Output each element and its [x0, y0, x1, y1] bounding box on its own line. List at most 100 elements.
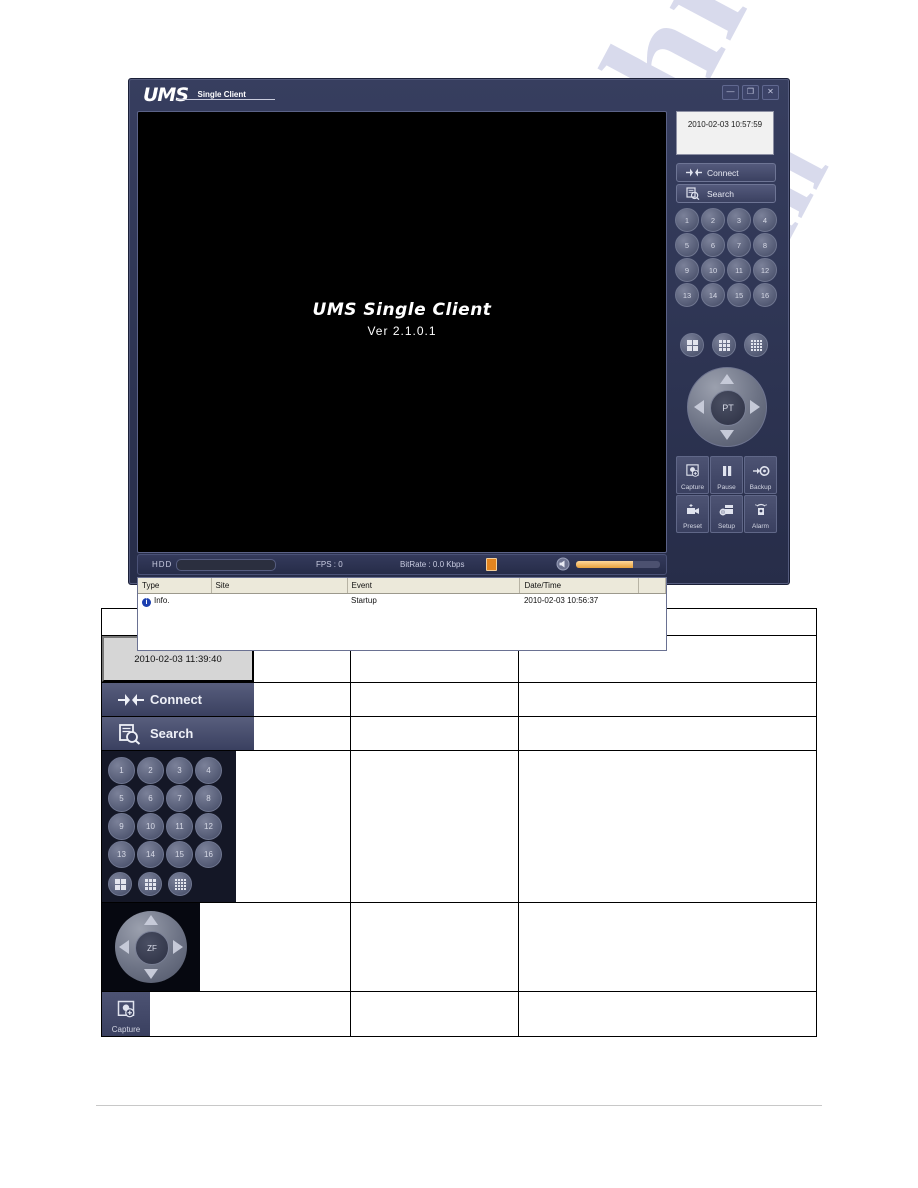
channel-button-16[interactable]: 16: [753, 283, 777, 307]
ref-channel-button-2[interactable]: 2: [137, 757, 164, 784]
ref-channel-button-9[interactable]: 9: [108, 813, 135, 840]
speaker-icon[interactable]: [556, 557, 570, 571]
table-row[interactable]: i Info. Startup 2010-02-03 10:56:37: [138, 594, 666, 610]
channel-button-11[interactable]: 11: [727, 258, 751, 282]
ref-joystick-center-button[interactable]: ZF: [135, 931, 169, 965]
ptz-joystick[interactable]: PT: [687, 367, 767, 447]
channel-button-14[interactable]: 14: [701, 283, 725, 307]
backup-button[interactable]: Backup: [744, 456, 777, 494]
log-cell-datetime: 2010-02-03 10:56:37: [523, 596, 599, 605]
channel-button-10[interactable]: 10: [701, 258, 725, 282]
minimize-icon[interactable]: —: [722, 85, 739, 100]
channel-button-2[interactable]: 2: [701, 208, 725, 232]
ref-channel-button-11[interactable]: 11: [166, 813, 193, 840]
ref-ptz-joystick[interactable]: ZF: [115, 911, 187, 983]
joystick-up-arrow-icon[interactable]: [144, 915, 158, 925]
ref-channel-button-7[interactable]: 7: [166, 785, 193, 812]
ref-cell-capture-col3: [518, 991, 817, 1037]
ref-capture-label: Capture: [111, 1025, 141, 1034]
log-header-type[interactable]: Type: [138, 578, 212, 594]
channel-button-7[interactable]: 7: [727, 233, 751, 257]
log-header-event[interactable]: Event: [347, 578, 521, 594]
ref-channel-button-10[interactable]: 10: [137, 813, 164, 840]
ref-split-9-button[interactable]: [138, 872, 162, 896]
ref-channel-button-4[interactable]: 4: [195, 757, 222, 784]
channel-button-12[interactable]: 12: [753, 258, 777, 282]
video-display-area[interactable]: UMS Single Client Ver 2.1.0.1: [137, 111, 667, 553]
channel-button-4[interactable]: 4: [753, 208, 777, 232]
function-button-grid: Capture Pause Backup Preset Setup Alarm: [676, 456, 777, 533]
joystick-right-arrow-icon[interactable]: [750, 400, 760, 414]
ref-search-label: Search: [150, 726, 194, 741]
channel-button-6[interactable]: 6: [701, 233, 725, 257]
ref-split-4-button[interactable]: [108, 872, 132, 896]
ref-cell-channels-col3: [518, 750, 817, 903]
split-4-button[interactable]: [680, 333, 704, 357]
setup-button[interactable]: Setup: [710, 495, 743, 533]
ref-split-16-button[interactable]: [168, 872, 192, 896]
joystick-down-arrow-icon[interactable]: [144, 969, 158, 979]
setup-label: Setup: [718, 523, 735, 530]
logo-underline: [177, 99, 275, 100]
volume-slider[interactable]: [576, 561, 660, 568]
pause-button[interactable]: Pause: [710, 456, 743, 494]
table-row: 1 2 3 4 5 6 7 8 9 10 11 12 13 14 15 16: [101, 750, 817, 903]
ref-channel-button-8[interactable]: 8: [195, 785, 222, 812]
ref-channel-button-14[interactable]: 14: [137, 841, 164, 868]
ref-channel-button-6[interactable]: 6: [137, 785, 164, 812]
ref-cell-joystick-col3: [518, 902, 817, 992]
ref-search-button[interactable]: Search: [102, 717, 254, 750]
search-icon: [686, 187, 700, 200]
grid-4x4-icon: [750, 339, 762, 351]
preset-button[interactable]: Preset: [676, 495, 709, 533]
reference-table: 2010-02-03 11:39:40 Connect Search 1 2 3…: [101, 608, 817, 1037]
channel-button-9[interactable]: 9: [675, 258, 699, 282]
channel-button-8[interactable]: 8: [753, 233, 777, 257]
log-header-site[interactable]: Site: [211, 578, 348, 594]
joystick-down-arrow-icon[interactable]: [720, 430, 734, 440]
joystick-right-arrow-icon[interactable]: [173, 940, 183, 954]
ref-cell-capture: Capture: [101, 991, 351, 1037]
channel-button-13[interactable]: 13: [675, 283, 699, 307]
log-header-datetime[interactable]: Date/Time: [519, 578, 640, 594]
pause-label: Pause: [717, 484, 736, 491]
ref-cell-channels-col2: [349, 750, 520, 903]
capture-button[interactable]: Capture: [676, 456, 709, 494]
split-16-button[interactable]: [744, 333, 768, 357]
ref-channel-button-13[interactable]: 13: [108, 841, 135, 868]
table-row: ZF: [101, 902, 817, 992]
joystick-left-arrow-icon[interactable]: [694, 400, 704, 414]
channel-button-3[interactable]: 3: [727, 208, 751, 232]
ref-channel-grid: 1 2 3 4 5 6 7 8 9 10 11 12 13 14 15 16: [108, 757, 232, 869]
channel-button-1[interactable]: 1: [675, 208, 699, 232]
log-header-extra[interactable]: [638, 578, 666, 594]
hdd-progress-bar: [176, 559, 276, 571]
close-icon[interactable]: ✕: [762, 85, 779, 100]
ref-channel-button-12[interactable]: 12: [195, 813, 222, 840]
channel-button-5[interactable]: 5: [675, 233, 699, 257]
log-cell-event: Startup: [351, 596, 377, 605]
ref-connect-button[interactable]: Connect: [102, 683, 254, 716]
ref-channel-button-5[interactable]: 5: [108, 785, 135, 812]
volume-thumb[interactable]: [486, 558, 498, 571]
ref-channel-button-3[interactable]: 3: [166, 757, 193, 784]
maximize-icon[interactable]: ❐: [742, 85, 759, 100]
connect-button[interactable]: Connect: [676, 163, 776, 182]
channel-button-15[interactable]: 15: [727, 283, 751, 307]
channel-button-grid: 1 2 3 4 5 6 7 8 9 10 11 12 13 14 15 16: [674, 207, 778, 307]
ref-channel-button-16[interactable]: 16: [195, 841, 222, 868]
ref-cell-search-col3: [518, 716, 817, 751]
alarm-button[interactable]: Alarm: [744, 495, 777, 533]
capture-icon: [685, 457, 700, 484]
joystick-up-arrow-icon[interactable]: [720, 374, 734, 384]
ref-channel-button-1[interactable]: 1: [108, 757, 135, 784]
layout-button-row: [680, 333, 768, 357]
ref-capture-button[interactable]: Capture: [102, 992, 150, 1036]
logo-subtitle: Single Client: [197, 89, 246, 99]
ref-channel-button-15[interactable]: 15: [166, 841, 193, 868]
split-9-button[interactable]: [712, 333, 736, 357]
volume-fill: [576, 561, 634, 568]
search-button[interactable]: Search: [676, 184, 776, 203]
joystick-center-button[interactable]: PT: [710, 390, 746, 426]
joystick-left-arrow-icon[interactable]: [119, 940, 129, 954]
